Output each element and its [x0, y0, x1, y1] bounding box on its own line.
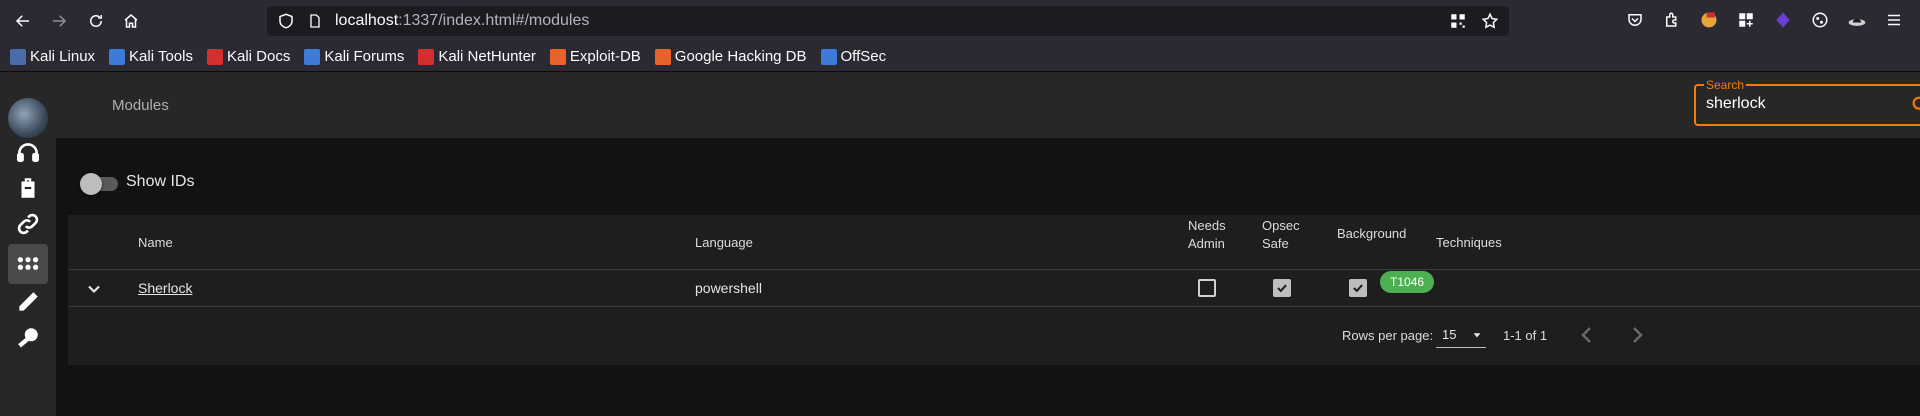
purple-gem-extension-icon[interactable] — [1773, 8, 1793, 32]
bookmark-kali-tools[interactable]: Kali Tools — [109, 48, 193, 65]
bookmark-kali-docs[interactable]: Kali Docs — [206, 48, 290, 65]
bookmarks-bar: Kali Linux Kali Tools Kali Docs Kali For… — [0, 42, 1920, 72]
bookmark-kali-linux[interactable]: Kali Linux — [10, 48, 95, 65]
chevron-down-icon[interactable] — [84, 279, 104, 299]
sidebar-item-listeners[interactable] — [8, 132, 48, 172]
previous-page-icon[interactable] — [1575, 323, 1599, 347]
check-icon — [1353, 284, 1363, 293]
page-icon[interactable] — [307, 13, 323, 29]
rows-per-page-value: 15 — [1442, 327, 1457, 342]
table-header-row: Name Language Needs Admin Opsec Safe Backg… — [68, 215, 1920, 270]
extensions-puzzle-icon[interactable] — [1662, 8, 1682, 32]
modules-table: Name Language Needs Admin Opsec Safe Backg… — [68, 215, 1920, 365]
opsec-safe-checkbox — [1273, 279, 1291, 297]
rows-per-page-select[interactable]: 15 — [1436, 324, 1486, 348]
background-checkbox — [1349, 279, 1367, 297]
home-icon — [124, 14, 138, 28]
technique-chip[interactable]: T1046 — [1380, 271, 1435, 293]
kali-dragon-icon — [10, 48, 26, 65]
address-bar[interactable]: localhost:1337/index.html#/modules — [267, 6, 1509, 36]
bookmark-kali-forums[interactable]: Kali Forums — [304, 48, 404, 65]
sidebar-item-stagers[interactable] — [8, 168, 48, 208]
main-content: Show IDs Name Language Needs Admin Opsec S… — [56, 138, 1920, 416]
search-field[interactable]: Search — [1694, 78, 1920, 126]
url-path: :1337/index.html#/modules — [398, 12, 590, 29]
search-input[interactable] — [1706, 95, 1896, 113]
app-bar: Modules Search — [56, 72, 1920, 138]
kali-forums-icon — [304, 48, 321, 65]
exploit-db-icon — [549, 48, 566, 65]
module-name-link[interactable]: Sherlock — [138, 280, 192, 296]
search-icon[interactable] — [1910, 94, 1920, 116]
caret-down-icon — [1473, 333, 1481, 338]
link-icon — [17, 213, 39, 235]
header-needs-admin[interactable]: Needs Admin — [1188, 217, 1226, 253]
pen-icon — [19, 292, 38, 311]
grid-extension-icon[interactable] — [1736, 8, 1756, 32]
url-text[interactable]: localhost:1337/index.html#/modules — [335, 12, 589, 30]
url-host: localhost — [335, 12, 399, 29]
check-icon — [1277, 284, 1287, 293]
hat-extension-icon[interactable] — [1847, 8, 1867, 32]
sidebar-item-agents[interactable] — [8, 204, 48, 244]
kali-tools-icon — [109, 48, 126, 65]
bookmark-star-icon[interactable] — [1481, 12, 1499, 30]
app-sidebar — [0, 72, 56, 416]
header-background[interactable]: Background — [1337, 225, 1406, 243]
forward-button[interactable] — [41, 3, 77, 39]
header-opsec-safe[interactable]: Opsec Safe — [1262, 217, 1300, 253]
sidebar-item-plugins[interactable] — [8, 282, 48, 322]
home-button[interactable] — [113, 3, 149, 39]
offsec-icon — [820, 48, 837, 65]
nethunter-icon — [418, 48, 435, 65]
header-name[interactable]: Name — [138, 234, 173, 252]
modules-grid-icon — [17, 257, 39, 270]
pagination-range: 1-1 of 1 — [1503, 328, 1548, 343]
bookmark-exploit-db[interactable]: Exploit-DB — [549, 48, 641, 65]
show-ids-toggle[interactable] — [80, 173, 120, 195]
bookmark-offsec[interactable]: OffSec — [820, 48, 886, 65]
header-language[interactable]: Language — [695, 234, 753, 252]
bookmark-google-hacking-db[interactable]: Google Hacking DB — [654, 48, 807, 65]
key-icon — [18, 328, 38, 348]
page-title: Modules — [112, 97, 169, 114]
arrow-left-icon — [15, 15, 29, 27]
qr-code-icon[interactable] — [1449, 12, 1467, 30]
search-label: Search — [1704, 78, 1747, 92]
kali-docs-icon — [206, 48, 223, 65]
cookie-extension-icon[interactable] — [1810, 8, 1830, 32]
sidebar-item-modules[interactable] — [8, 244, 48, 284]
headphones-icon — [16, 143, 40, 162]
show-ids-label: Show IDs — [126, 173, 195, 190]
reload-icon — [90, 15, 102, 27]
table-pagination: Rows per page: 15 1-1 of 1 — [68, 307, 1920, 365]
arrow-right-icon — [53, 15, 67, 27]
needs-admin-checkbox — [1198, 279, 1216, 297]
table-row[interactable]: Sherlock powershell T1046 — [68, 270, 1920, 307]
sidebar-item-credentials[interactable] — [8, 318, 48, 358]
shield-icon[interactable] — [277, 12, 295, 30]
rows-per-page-label: Rows per page: — [1342, 328, 1434, 343]
browser-toolbar: localhost:1337/index.html#/modules — [0, 0, 1920, 42]
bookmark-kali-nethunter[interactable]: Kali NetHunter — [418, 48, 536, 65]
menu-icon[interactable] — [1884, 8, 1904, 32]
toggle-thumb — [80, 173, 102, 195]
next-page-icon[interactable] — [1625, 323, 1649, 347]
pocket-icon[interactable] — [1625, 8, 1645, 32]
module-language: powershell — [695, 280, 762, 296]
suitcase-icon — [21, 178, 35, 198]
back-button[interactable] — [5, 3, 41, 39]
reload-button[interactable] — [78, 3, 114, 39]
ghdb-icon — [654, 48, 671, 65]
extension-avatar-icon[interactable] — [1699, 8, 1719, 32]
header-techniques[interactable]: Techniques — [1436, 234, 1502, 252]
